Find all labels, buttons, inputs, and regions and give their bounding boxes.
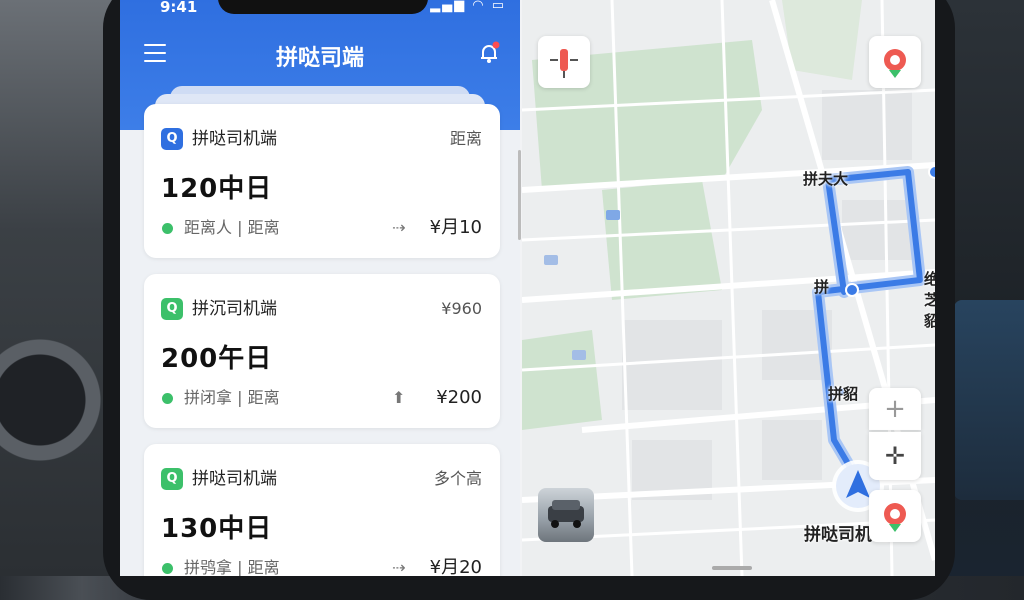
- order-badge-icon: Q: [161, 298, 183, 320]
- order-price: ¥月20: [429, 557, 482, 576]
- order-subtitle: 拼鸮拿 | 距离: [184, 558, 280, 576]
- background-left: [0, 0, 120, 576]
- order-name: 拼哒司机端: [192, 129, 277, 149]
- order-badge-icon: Q: [161, 468, 183, 490]
- order-name: 拼沉司机端: [192, 299, 277, 319]
- notch: [218, 0, 428, 14]
- order-badge-icon: Q: [161, 128, 183, 150]
- traffic-toggle-button[interactable]: [538, 36, 590, 88]
- home-indicator: [712, 566, 752, 570]
- zoom-in-button[interactable]: +: [869, 388, 921, 430]
- order-distance: 距离: [449, 129, 482, 148]
- notification-bell-icon[interactable]: [476, 40, 502, 66]
- traffic-light-icon: [550, 49, 578, 78]
- order-list-panel: 9:41 ▂▄▆ ◠ ▭ 拼哒司端 Q 拼哒司机端 距离 120中日 距离人 |…: [120, 0, 521, 576]
- car-icon: [548, 500, 584, 528]
- order-amount: 200午日: [161, 344, 273, 374]
- order-card[interactable]: Q 拼哒司机端 多个高 130中日 拼鸮拿 | 距离 ⇢ ¥月20: [144, 444, 500, 576]
- page-title: 拼哒司端: [275, 46, 364, 71]
- arrow-up-icon: ⬆: [392, 388, 406, 407]
- order-amount: 130中日: [161, 514, 273, 544]
- order-price: ¥200: [436, 387, 482, 408]
- map-label: 拼夫大: [803, 170, 849, 188]
- vehicle-thumbnail[interactable]: [538, 488, 594, 542]
- order-distance: 多个高: [433, 469, 482, 488]
- battery-icon: ▭: [491, 0, 506, 13]
- status-dot-icon: [162, 563, 173, 574]
- order-distance: ¥960: [441, 299, 482, 318]
- pin-icon: [884, 503, 906, 532]
- order-subtitle: 拼闭拿 | 距离: [184, 388, 280, 407]
- order-subtitle: 距离人 | 距离: [184, 218, 280, 237]
- order-card[interactable]: Q 拼哒司机端 距离 120中日 距离人 | 距离 ⇢ ¥月10: [144, 104, 500, 258]
- map-view[interactable]: 拼夫大 西 拼 绝芝貂 拼貂 拼哒司机端 + ✛: [522, 0, 935, 576]
- map-label: 拼: [814, 278, 830, 296]
- status-icons: ▂▄▆ ◠ ▭: [430, 0, 506, 13]
- phone-screen: 9:41 ▂▄▆ ◠ ▭ 拼哒司端 Q 拼哒司机端 距离 120中日 距离人 |…: [120, 0, 935, 576]
- scrollbar[interactable]: [518, 150, 521, 240]
- status-dot-icon: [162, 393, 173, 404]
- location-pin-button[interactable]: [869, 36, 921, 88]
- signal-icon: ▂▄▆: [430, 0, 467, 13]
- move-map-button[interactable]: ✛: [869, 432, 921, 480]
- order-name: 拼哒司机端: [192, 469, 277, 489]
- arrow-right-icon: ⇢: [392, 218, 406, 237]
- order-amount: 120中日: [161, 174, 273, 204]
- background-right: [944, 0, 1024, 576]
- location-pin-button[interactable]: [869, 490, 921, 542]
- wifi-icon: ◠: [472, 0, 486, 13]
- order-card[interactable]: Q 拼沉司机端 ¥960 200午日 拼闭拿 | 距离 ⬆ ¥200: [144, 274, 500, 428]
- status-time: 9:41: [160, 0, 198, 16]
- order-price: ¥月10: [429, 217, 482, 238]
- pin-icon: [884, 49, 906, 78]
- arrow-right-icon: ⇢: [392, 558, 406, 576]
- map-label: 绝芝貂: [924, 270, 935, 330]
- status-dot-icon: [162, 223, 173, 234]
- map-label: 拼貂: [828, 385, 859, 403]
